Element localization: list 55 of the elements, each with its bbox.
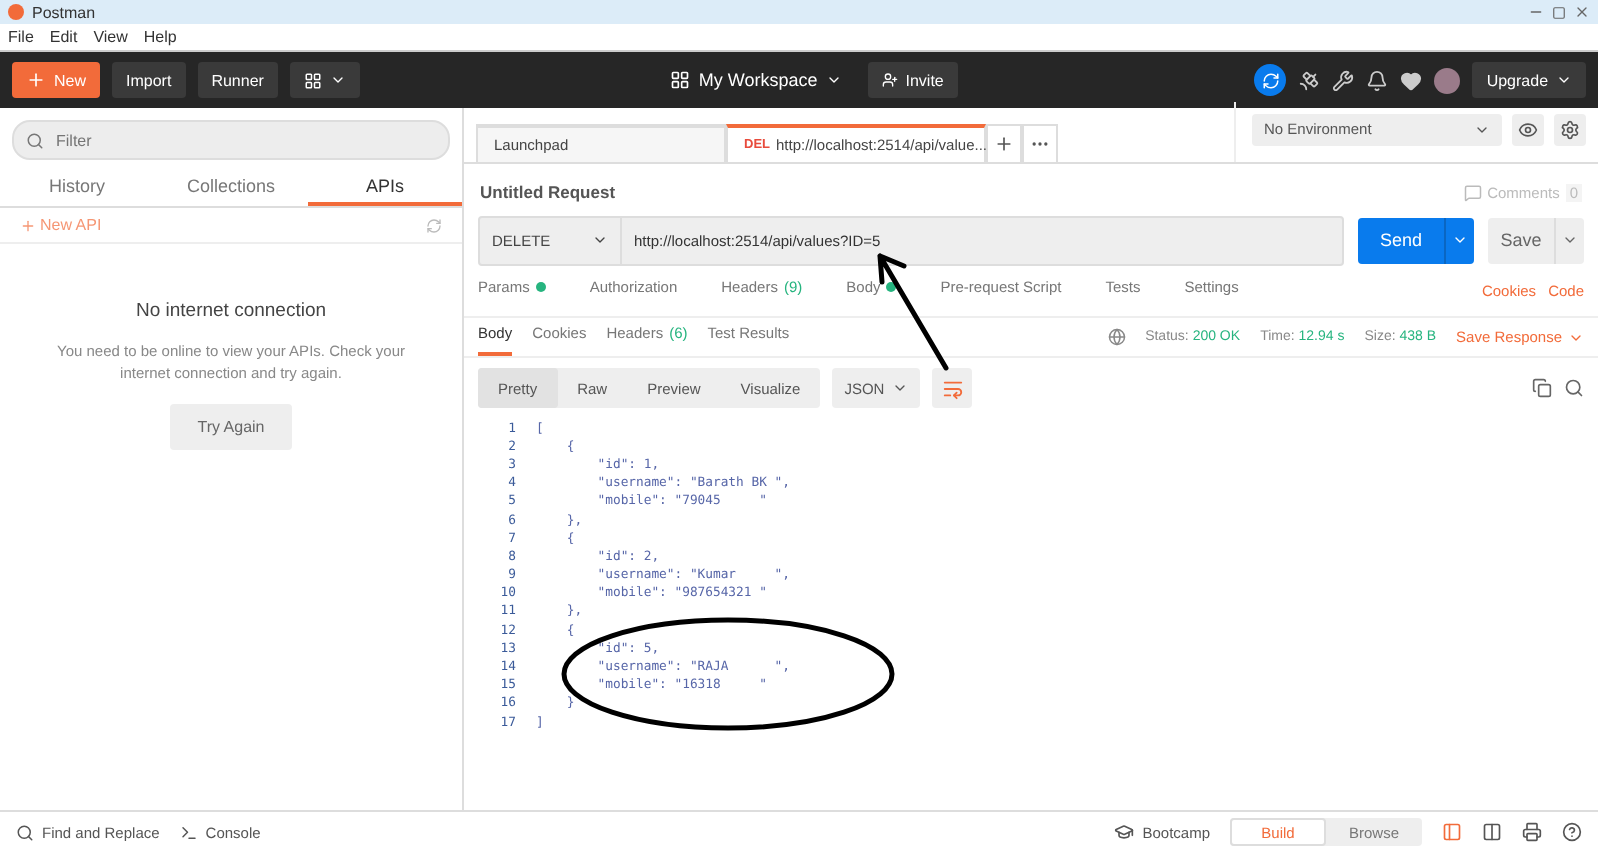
settings-icon[interactable] (1554, 113, 1586, 145)
bell-icon[interactable] (1366, 69, 1389, 91)
sidebar-tab[interactable]: History (0, 168, 154, 206)
caret-icon[interactable] (329, 72, 346, 88)
eye-icon[interactable] (1512, 113, 1544, 145)
sync-icon[interactable] (1254, 64, 1287, 96)
filter-field[interactable]: Filter (12, 120, 450, 160)
app-logo-icon (8, 4, 24, 20)
new-window-button[interactable] (289, 62, 360, 98)
plus-icon[interactable] (994, 134, 1014, 154)
add-user-icon[interactable] (881, 72, 898, 88)
add-tab-button[interactable] (986, 124, 1022, 162)
terminal-icon[interactable] (179, 823, 198, 841)
maximize-icon[interactable] (1552, 5, 1566, 19)
search-icon[interactable] (16, 823, 34, 841)
wrap-icon[interactable] (932, 368, 973, 408)
caret-icon[interactable] (825, 72, 842, 88)
header-button[interactable]: Import (112, 62, 186, 98)
save-button[interactable]: Save (1488, 217, 1584, 263)
close-icon[interactable] (1574, 4, 1590, 20)
grid-icon[interactable] (303, 71, 322, 89)
invite-button[interactable]: Invite (867, 62, 958, 98)
avatar[interactable] (1434, 67, 1461, 93)
workspace-button[interactable]: My Workspace (656, 62, 856, 98)
menu-item[interactable]: View (93, 28, 128, 46)
copy-icon[interactable] (1532, 378, 1552, 398)
plus-icon[interactable] (26, 70, 46, 90)
graduation-cap-icon[interactable] (1114, 822, 1135, 842)
menu-item[interactable]: Edit (49, 28, 78, 46)
help-icon[interactable] (1562, 822, 1582, 842)
menu-item[interactable]: Help (143, 28, 177, 46)
search-icon (26, 131, 44, 149)
sidebar-tab[interactable]: APIs (308, 168, 462, 206)
search-icon[interactable] (1564, 378, 1584, 398)
grid-icon[interactable] (670, 70, 691, 90)
filter-input[interactable]: Filter (52, 129, 436, 151)
sidebar-layout-icon[interactable] (1442, 822, 1462, 842)
menu-item[interactable]: File (8, 28, 34, 46)
satellite-icon[interactable] (1298, 69, 1321, 91)
window-title: Postman (32, 3, 96, 21)
globe-icon[interactable] (1107, 328, 1126, 346)
printer-icon[interactable] (1522, 822, 1542, 842)
send-button[interactable]: Send (1358, 217, 1474, 263)
sidebar-tab[interactable]: Collections (154, 168, 308, 206)
wrench-icon[interactable] (1332, 69, 1355, 91)
try-again-button[interactable]: Try Again (169, 403, 293, 449)
upgrade-button[interactable]: Upgrade (1472, 62, 1587, 98)
empty-state-title: No internet connection (135, 300, 327, 322)
caret-icon[interactable] (592, 232, 608, 248)
two-pane-icon[interactable] (1482, 822, 1502, 842)
header-button[interactable]: Runner (197, 62, 278, 98)
caret-icon[interactable] (1556, 72, 1573, 88)
heart-icon[interactable] (1400, 69, 1423, 91)
request-title: Untitled Request (480, 182, 616, 202)
caret-icon[interactable] (892, 380, 909, 396)
